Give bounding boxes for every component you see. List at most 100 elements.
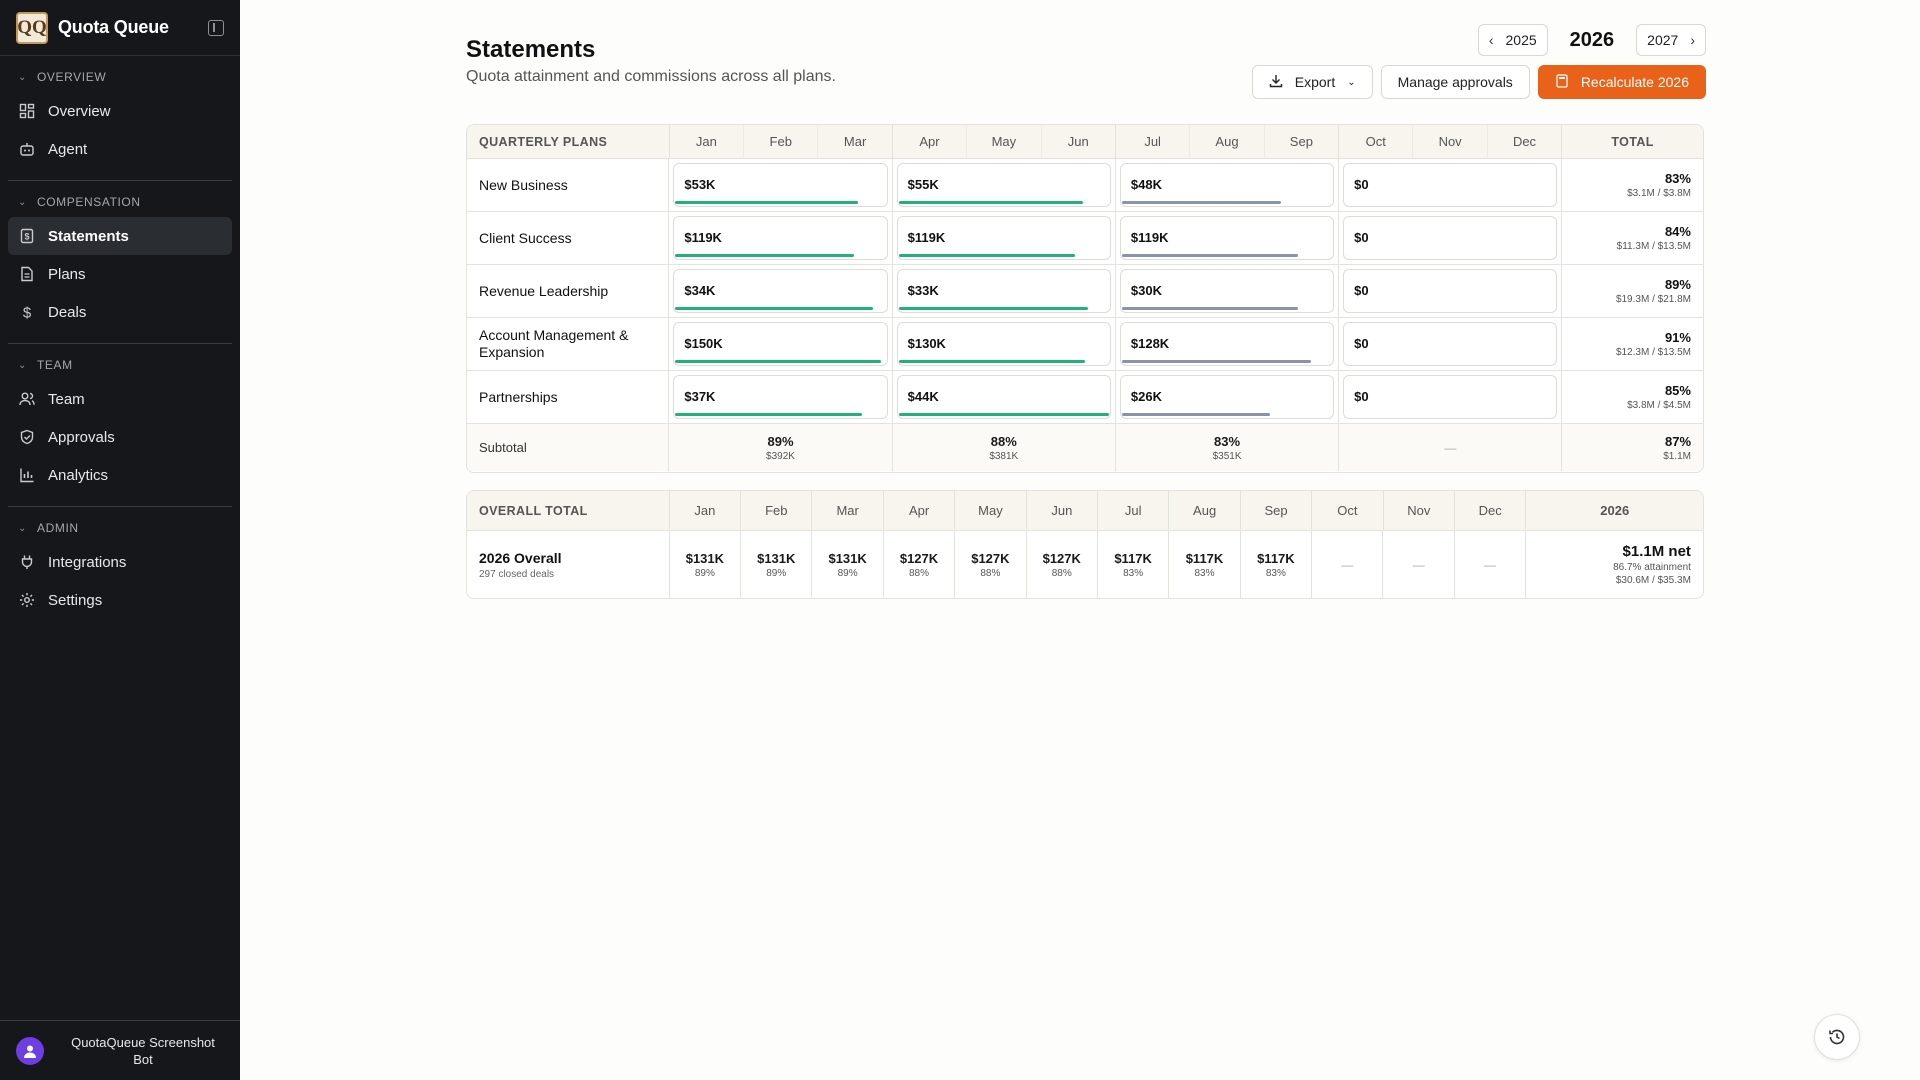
sidebar-item-agent[interactable]: Agent (8, 130, 232, 168)
chevron-down-icon: ⌄ (18, 196, 27, 208)
overall-month-cell: — (1382, 531, 1453, 598)
page-title: Statements (466, 36, 596, 63)
quarter-value: $55K (907, 177, 939, 192)
month-header: Mar (811, 491, 882, 530)
plan-name[interactable]: Revenue Leadership (467, 265, 668, 317)
current-year: 2026 (1569, 28, 1615, 51)
quarter-card[interactable]: $55K (896, 163, 1111, 207)
sidebar-item-analytics[interactable]: Analytics (8, 456, 232, 494)
overall-month-value: $117K (1257, 550, 1295, 566)
plan-name[interactable]: Client Success (467, 212, 668, 264)
sidebar-item-label: Team (48, 390, 85, 408)
history-button[interactable] (1814, 1014, 1860, 1060)
sidebar-item-integrations[interactable]: Integrations (8, 543, 232, 581)
page-subtitle: Quota attainment and commissions across … (466, 68, 836, 85)
quarter-card[interactable]: $33K (896, 269, 1111, 313)
recalculate-button[interactable]: Recalculate 2026 (1537, 65, 1706, 99)
document-icon (18, 265, 36, 283)
quarter-card[interactable]: $37K (673, 375, 888, 419)
sidebar-item-approvals[interactable]: Approvals (8, 418, 232, 456)
subtotal-amount: $381K (989, 450, 1019, 462)
quarter-card[interactable]: $30K (1119, 269, 1335, 313)
sidebar-item-deals[interactable]: $ Deals (8, 293, 232, 331)
quarter-value: $30K (1130, 283, 1162, 298)
overall-row: 2026 Overall 297 closed deals $131K 89% $131… (467, 531, 1703, 598)
quarter-cell: $55K (891, 159, 1115, 211)
nav-section-header[interactable]: ⌄ TEAM (16, 358, 224, 380)
nav-section-team: ⌄ TEAM Team Approvals Analytics (8, 344, 232, 507)
quarter-card[interactable]: $0 (1343, 375, 1558, 419)
quarterly-plans-header: QUARTERLY PLANS (479, 134, 608, 149)
quarter-card[interactable]: $119K (896, 216, 1111, 260)
users-icon (18, 390, 36, 408)
quarter-card[interactable]: $0 (1343, 322, 1558, 366)
sidebar-item-overview[interactable]: Overview (8, 92, 232, 130)
progress-bar (1121, 254, 1299, 257)
app-logo[interactable]: QQ (16, 11, 48, 44)
overall-month-cell: $117K 83% (1168, 531, 1239, 598)
quarter-card[interactable]: $119K (673, 216, 888, 260)
export-button[interactable]: Export ⌄ (1251, 65, 1373, 99)
quarter-card[interactable]: $48K (1119, 163, 1335, 207)
overall-month-value: $131K (685, 550, 725, 566)
plan-total: 84% $11.3M / $13.5M (1561, 212, 1703, 264)
progress-bar (1121, 201, 1282, 204)
prev-year-button[interactable]: ‹ 2025 (1477, 24, 1548, 56)
quarter-card[interactable]: $44K (896, 375, 1111, 419)
month-header: Jul (1097, 491, 1168, 530)
overall-month-cell: — (1453, 531, 1525, 598)
quarter-card[interactable]: $119K (1119, 216, 1335, 260)
sidebar-item-plans[interactable]: Plans (8, 255, 232, 293)
manage-approvals-button[interactable]: Manage approvals (1380, 65, 1530, 99)
overall-month-value: $127K (1042, 550, 1081, 566)
user-icon (24, 1045, 36, 1058)
sidebar-item-statements[interactable]: $ Statements (8, 217, 232, 255)
plan-row: Revenue Leadership $34K $33K $30K $0 89% $19.3… (467, 265, 1703, 318)
plan-total-amount: $11.3M / $13.5M (1616, 241, 1691, 252)
quarter-card[interactable]: $26K (1119, 375, 1335, 419)
user-profile[interactable]: QuotaQueue Screenshot Bot (0, 1020, 240, 1080)
plan-total-pct: 89% (1664, 277, 1691, 292)
nav-section-header[interactable]: ⌄ ADMIN (16, 521, 224, 543)
sidebar-item-label: Approvals (48, 428, 115, 446)
progress-bar (898, 254, 1075, 257)
plan-name[interactable]: Partnerships (467, 371, 668, 423)
sidebar: QQ Quota Queue ⌄ OVERVIEW Overview Agent ⌄ CO… (0, 0, 240, 1080)
quarter-card[interactable]: $0 (1343, 216, 1558, 260)
quarter-card[interactable]: $130K (896, 322, 1111, 366)
month-header: Jun (1025, 491, 1097, 530)
quarter-card[interactable]: $53K (673, 163, 888, 207)
subtotal-cell: 89% $392K (668, 424, 891, 471)
overall-month-cell: $127K 88% (882, 531, 954, 598)
quarter-cell: $0 (1338, 318, 1561, 370)
sidebar-item-settings[interactable]: Settings (8, 581, 232, 619)
empty-dash: — (1444, 440, 1457, 455)
avatar (16, 1036, 44, 1065)
overall-month-cell: $117K 83% (1239, 531, 1311, 598)
overall-month-pct: 83% (1194, 567, 1215, 579)
subtotal-label: Subtotal (479, 440, 527, 455)
quarter-cell: $37K (668, 371, 891, 423)
bar-chart-icon (18, 466, 36, 484)
quarter-card[interactable]: $128K (1119, 322, 1335, 366)
nav-section-header[interactable]: ⌄ COMPENSATION (16, 195, 224, 217)
quarter-cell: $0 (1338, 265, 1561, 317)
quarter-card[interactable]: $0 (1343, 269, 1558, 313)
plan-name[interactable]: New Business (467, 159, 668, 211)
sidebar-collapse-icon[interactable] (208, 19, 224, 36)
quarter-value: $119K (684, 230, 722, 245)
quarter-value: $0 (1354, 389, 1369, 404)
brand: QQ Quota Queue (0, 0, 240, 56)
sidebar-item-team[interactable]: Team (8, 380, 232, 418)
quarter-card[interactable]: $0 (1343, 163, 1558, 207)
quarter-cell: $48K (1114, 159, 1338, 211)
quarter-card[interactable]: $150K (673, 322, 888, 366)
plan-name[interactable]: Account Management & Expansion (467, 318, 668, 370)
overall-month-value: $127K (971, 550, 1010, 566)
quarter-card[interactable]: $34K (673, 269, 888, 313)
empty-dash: — (1412, 557, 1425, 572)
quarter-value: $26K (1130, 389, 1162, 404)
next-year-button[interactable]: 2027 › (1636, 24, 1706, 56)
sidebar-item-label: Analytics (48, 466, 109, 484)
nav-section-header[interactable]: ⌄ OVERVIEW (16, 70, 224, 92)
